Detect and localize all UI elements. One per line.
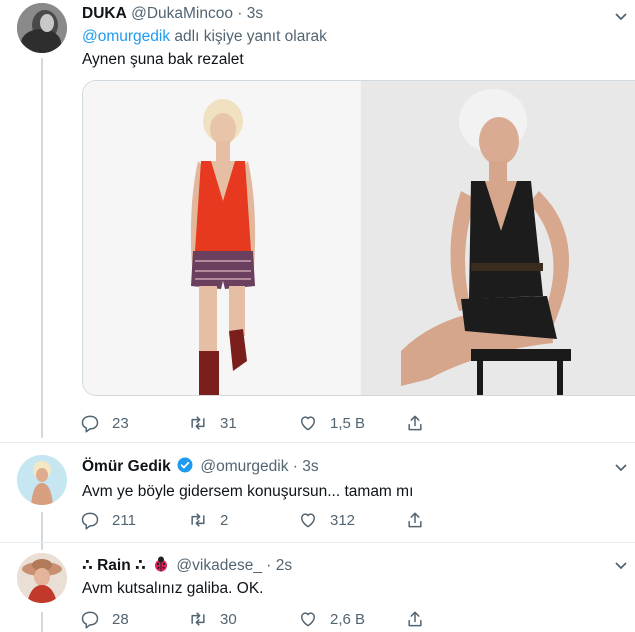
avatar-vikadese[interactable] (17, 553, 67, 603)
tweet-omurgedik[interactable]: Ömür Gedik @omurgedik · 3s Avm ye böyle … (0, 443, 635, 541)
tweet-text: Avm ye böyle gidersem konuşursun... tama… (82, 483, 414, 500)
tweet-actions: 28 30 2,6 B (80, 608, 425, 630)
display-name[interactable]: Ömür Gedik (82, 458, 171, 475)
tweet-text: Avm kutsalınız galiba. OK. (82, 580, 264, 597)
tweet-actions: 211 2 312 (80, 509, 425, 531)
reply-count: 23 (112, 414, 129, 432)
like-icon (301, 513, 315, 528)
retweet-icon (191, 513, 205, 527)
tweet-text: Aynen şuna bak rezalet (82, 51, 244, 68)
reply-count: 28 (112, 610, 129, 628)
reply-button[interactable]: 23 (80, 412, 129, 434)
share-icon (408, 611, 422, 627)
user-handle[interactable]: @omurgedik (200, 458, 288, 475)
retweet-button[interactable]: 31 (188, 412, 237, 434)
user-handle[interactable]: @vikadese_ (176, 557, 262, 574)
retweet-icon (191, 416, 205, 430)
chevron-down-icon[interactable] (614, 12, 628, 22)
reply-count: 211 (112, 511, 136, 529)
tweet-vikadese[interactable]: ∴ Rain ∴ @vikadese_ · 2s Avm kutsalınız … (0, 543, 635, 632)
retweet-count: 30 (220, 610, 237, 628)
reply-button[interactable]: 211 (80, 509, 136, 531)
timestamp[interactable]: 2s (276, 557, 292, 574)
media-photo-left[interactable] (83, 81, 360, 395)
verified-badge-icon (177, 457, 193, 473)
reply-mention-link[interactable]: @omurgedik (82, 28, 170, 45)
ladybug-emoji-icon (155, 556, 168, 572)
tweet-header: DUKA @DukaMincoo · 3s (82, 4, 263, 24)
user-handle[interactable]: @DukaMincoo (131, 5, 233, 22)
retweet-button[interactable]: 2 (188, 509, 228, 531)
reply-icon (81, 512, 99, 530)
display-name[interactable]: DUKA (82, 5, 127, 22)
like-count: 312 (330, 511, 356, 529)
avatar-omurgedik[interactable] (17, 455, 67, 505)
avatar-duka[interactable] (17, 3, 67, 53)
tweet-duka[interactable]: DUKA @DukaMincoo · 3s @omurgedik adlı ki… (0, 0, 635, 440)
chevron-down-icon[interactable] (614, 561, 628, 571)
reply-context: @omurgedik adlı kişiye yanıt olarak (82, 27, 327, 47)
separator-dot: · (266, 557, 272, 574)
share-button[interactable] (405, 509, 437, 531)
tweet-header: ∴ Rain ∴ @vikadese_ · 2s (82, 555, 292, 576)
share-button[interactable] (405, 608, 437, 630)
like-icon (301, 416, 315, 431)
reply-icon (81, 611, 99, 629)
like-count: 1,5 B (330, 414, 366, 432)
like-count: 2,6 B (330, 610, 366, 628)
retweet-button[interactable]: 30 (188, 608, 237, 630)
retweet-count: 31 (220, 414, 237, 432)
share-icon (408, 415, 422, 431)
chevron-down-icon[interactable] (614, 463, 628, 473)
separator-dot: · (237, 5, 243, 22)
tweet-actions: 23 31 1,5 B (80, 412, 425, 434)
separator-dot: · (292, 458, 298, 475)
like-icon (301, 612, 315, 627)
retweet-count: 2 (220, 511, 229, 529)
media-photo-right[interactable] (361, 81, 635, 395)
display-name[interactable]: ∴ Rain ∴ (82, 557, 146, 574)
share-icon (408, 512, 422, 528)
tweet-media[interactable] (82, 80, 635, 396)
reply-button[interactable]: 28 (80, 608, 129, 630)
timestamp[interactable]: 3s (302, 458, 318, 475)
retweet-icon (191, 612, 205, 626)
like-button[interactable]: 2,6 B (298, 608, 365, 630)
reply-icon (81, 415, 99, 433)
like-button[interactable]: 1,5 B (298, 412, 365, 434)
tweet-header: Ömür Gedik @omurgedik · 3s (82, 456, 319, 477)
reply-context-suffix: adlı kişiye yanıt olarak (170, 28, 327, 45)
timestamp[interactable]: 3s (247, 5, 263, 22)
like-button[interactable]: 312 (298, 509, 355, 531)
share-button[interactable] (405, 412, 437, 434)
